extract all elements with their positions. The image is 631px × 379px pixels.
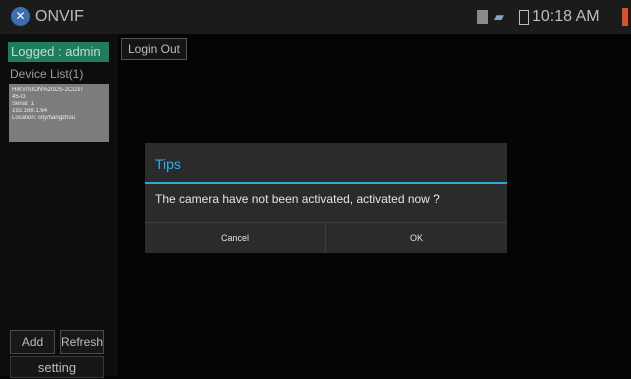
add-button[interactable]: Add bbox=[10, 330, 55, 354]
ok-button[interactable]: OK bbox=[326, 223, 507, 253]
alert-icon bbox=[622, 8, 628, 26]
setting-button[interactable]: setting bbox=[10, 356, 104, 378]
dialog-title-divider bbox=[145, 182, 507, 184]
device-name-line1: HIKVISION%20DS-2CD3T bbox=[12, 87, 84, 93]
top-bar: ✕ ONVIF ▰ 10:18 AM bbox=[0, 0, 631, 34]
device-card[interactable]: HIKVISION%20DS-2CD3T 45-I3 Serial: 1 192… bbox=[9, 84, 109, 142]
refresh-button[interactable]: Refresh bbox=[60, 330, 104, 354]
tips-dialog: Tips The camera have not been activated,… bbox=[145, 143, 507, 253]
logged-in-badge: Logged : admin bbox=[8, 42, 109, 62]
onvif-logo-icon: ✕ bbox=[11, 7, 30, 26]
network-icon: ▰ bbox=[494, 9, 504, 24]
dialog-title: Tips bbox=[155, 156, 181, 172]
device-name-line2: 45-I3 bbox=[12, 94, 26, 100]
cancel-button[interactable]: Cancel bbox=[145, 223, 326, 253]
dialog-button-row: Cancel OK bbox=[145, 222, 507, 253]
app-title: ONVIF bbox=[35, 8, 84, 25]
status-clock: 10:18 AM bbox=[532, 8, 600, 25]
device-list-header: Device List(1) bbox=[10, 67, 84, 81]
battery-icon bbox=[519, 10, 529, 25]
login-out-button[interactable]: Login Out bbox=[121, 38, 187, 60]
device-serial: Serial: 1 bbox=[12, 101, 35, 107]
sidebar: Logged : admin Device List(1) HIKVISION%… bbox=[0, 34, 118, 378]
device-location: Location: city/hangzhou bbox=[12, 115, 76, 121]
dialog-message: The camera have not been activated, acti… bbox=[155, 192, 440, 206]
sd-card-icon bbox=[477, 10, 488, 24]
device-ip: 192.168.1.64 bbox=[12, 108, 48, 114]
